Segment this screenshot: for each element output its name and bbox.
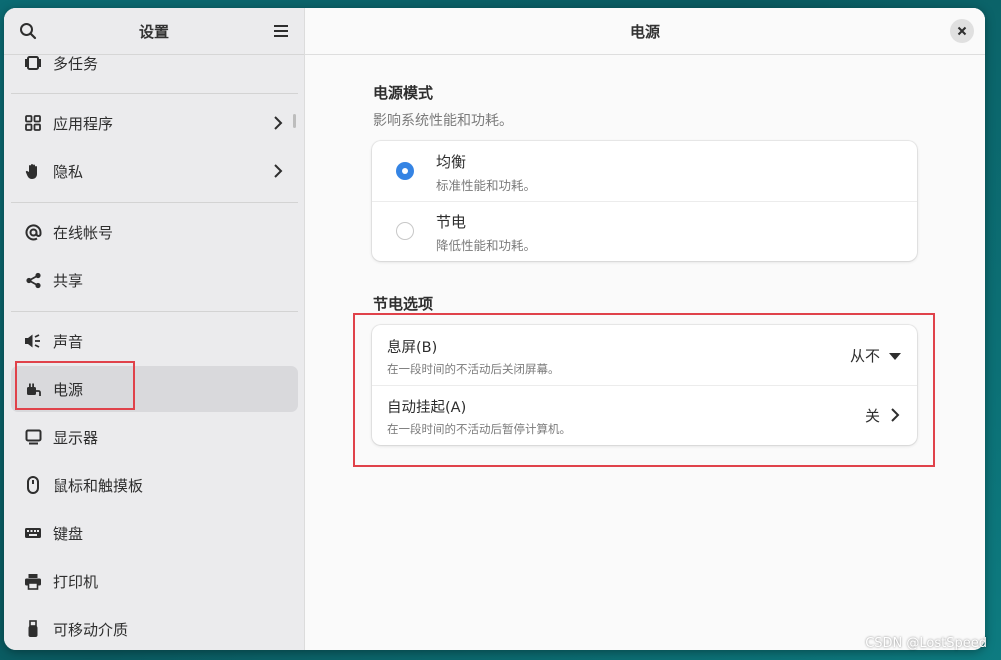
sidebar-item-printers[interactable]: 打印机 <box>11 558 298 604</box>
mouse-icon <box>24 476 42 494</box>
power-mode-subtitle: 影响系统性能和功耗。 <box>373 113 513 129</box>
dropdown-arrow-icon <box>889 353 901 360</box>
sidebar-item-label: 打印机 <box>53 572 99 591</box>
sidebar-item-removable-media[interactable]: 可移动介质 <box>11 606 298 650</box>
sidebar-item-label: 电源 <box>53 380 84 399</box>
automatic-suspend-value: 关 <box>864 407 880 425</box>
sidebar-separator <box>11 202 298 203</box>
sidebar-separator <box>11 93 298 94</box>
keyboard-icon <box>24 524 42 542</box>
sidebar-item-label: 显示器 <box>53 428 99 447</box>
at-sign-icon <box>24 223 42 241</box>
power-saver-radio[interactable] <box>396 222 414 240</box>
sidebar-item-keyboard[interactable]: 键盘 <box>11 510 298 556</box>
power-mode-balanced-row[interactable]: 均衡 标准性能和功耗。 <box>372 141 917 201</box>
close-icon <box>957 26 967 36</box>
speaker-icon <box>24 332 42 350</box>
automatic-suspend-title: 自动挂起(A) <box>387 400 467 416</box>
power-saving-title: 节电选项 <box>373 295 434 313</box>
power-mode-title: 电源模式 <box>373 84 434 102</box>
usb-drive-icon <box>24 620 42 638</box>
chevron-right-icon <box>274 116 283 130</box>
automatic-suspend-subtitle: 在一段时间的不活动后暂停计算机。 <box>387 422 571 436</box>
sidebar-header: 设置 <box>4 8 304 55</box>
sidebar-separator <box>11 311 298 312</box>
settings-window: 设置 多任务 应用程序 隐私 在线帐号 共享 声音 电源 显示器 鼠标和触摸板 … <box>4 8 985 650</box>
screen-blank-title: 息屏(B) <box>387 340 438 356</box>
power-saver-title: 节电 <box>436 213 467 231</box>
multitasking-icon <box>24 54 42 72</box>
sidebar-item-sharing[interactable]: 共享 <box>11 257 298 303</box>
sidebar-item-apps[interactable]: 应用程序 <box>11 100 298 146</box>
sidebar-item-label: 多任务 <box>53 54 99 73</box>
balanced-radio[interactable] <box>396 162 414 180</box>
sidebar-item-displays[interactable]: 显示器 <box>11 414 298 460</box>
sidebar-item-label: 键盘 <box>53 524 84 543</box>
sidebar-nav: 多任务 应用程序 隐私 在线帐号 共享 声音 电源 显示器 鼠标和触摸板 键盘 … <box>4 54 304 650</box>
sidebar-item-privacy[interactable]: 隐私 <box>11 148 298 194</box>
power-mode-power-saver-row[interactable]: 节电 降低性能和功耗。 <box>372 201 917 261</box>
balanced-title: 均衡 <box>436 153 467 171</box>
content-header: 电源 <box>305 8 985 55</box>
hand-privacy-icon <box>24 162 42 180</box>
sidebar-item-mouse-touchpad[interactable]: 鼠标和触摸板 <box>11 462 298 508</box>
sidebar-item-label: 可移动介质 <box>53 620 129 639</box>
sidebar-item-multitasking[interactable]: 多任务 <box>11 54 298 86</box>
screen-blank-subtitle: 在一段时间的不活动后关闭屏幕。 <box>387 362 560 376</box>
share-icon <box>24 271 42 289</box>
hamburger-menu-icon <box>274 25 288 37</box>
display-icon <box>24 428 42 446</box>
sidebar: 设置 多任务 应用程序 隐私 在线帐号 共享 声音 电源 显示器 鼠标和触摸板 … <box>4 8 305 650</box>
power-saving-card: 息屏(B) 在一段时间的不活动后关闭屏幕。 从不 自动挂起(A) 在一段时间的不… <box>372 325 917 445</box>
balanced-subtitle: 标准性能和功耗。 <box>436 178 537 193</box>
power-plug-icon <box>24 380 42 398</box>
watermark: CSDN @LostSpeed <box>865 636 987 651</box>
sidebar-item-power[interactable]: 电源 <box>11 366 298 412</box>
page-title: 电源 <box>629 23 660 41</box>
screen-blank-value[interactable]: 从不 <box>850 345 880 366</box>
main-menu-button[interactable] <box>269 19 293 43</box>
automatic-suspend-row[interactable]: 自动挂起(A) 在一段时间的不活动后暂停计算机。 关 <box>372 385 917 445</box>
apps-grid-icon <box>24 114 42 132</box>
sidebar-item-label: 隐私 <box>53 162 84 181</box>
sidebar-item-label: 应用程序 <box>53 114 114 133</box>
sidebar-item-online-accounts[interactable]: 在线帐号 <box>11 209 298 255</box>
main-content: 电源 电源模式 影响系统性能和功耗。 均衡 标准性能和功耗。 节电 降低性能和功… <box>305 8 985 650</box>
chevron-right-icon <box>891 408 900 422</box>
power-saver-subtitle: 降低性能和功耗。 <box>436 238 537 253</box>
chevron-right-icon <box>274 164 283 178</box>
power-mode-card: 均衡 标准性能和功耗。 节电 降低性能和功耗。 <box>372 141 917 261</box>
sidebar-item-label: 声音 <box>53 332 84 351</box>
sidebar-item-label: 鼠标和触摸板 <box>53 476 144 495</box>
sidebar-item-label: 在线帐号 <box>53 223 114 242</box>
sidebar-item-label: 共享 <box>53 271 84 290</box>
sidebar-title: 设置 <box>138 23 169 41</box>
sidebar-item-sound[interactable]: 声音 <box>11 318 298 364</box>
printer-icon <box>24 572 42 590</box>
screen-blank-row[interactable]: 息屏(B) 在一段时间的不活动后关闭屏幕。 从不 <box>372 325 917 385</box>
close-button[interactable] <box>950 19 974 43</box>
